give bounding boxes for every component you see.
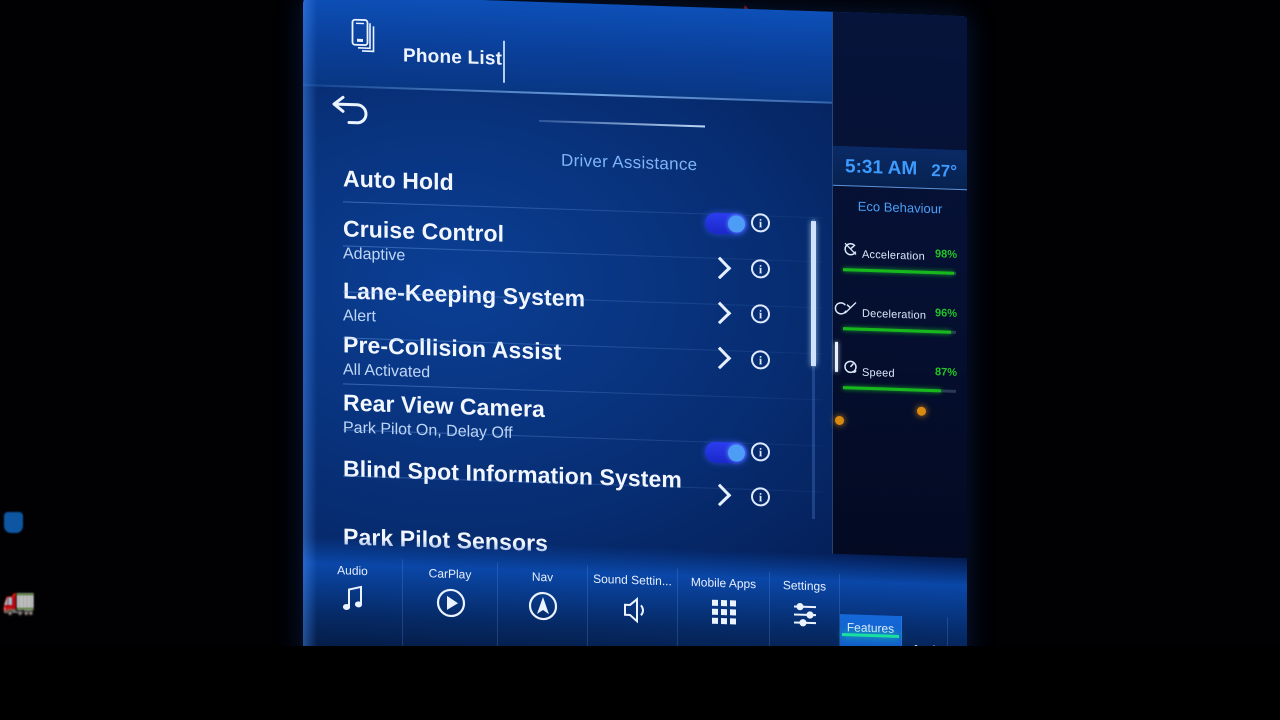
info-icon[interactable]: i bbox=[751, 213, 770, 233]
nav-item-label: Audio bbox=[337, 563, 368, 579]
dashboard-scene: ▲ ⚙⚙ ⚙⚙ ● 🚛 Phone List bbox=[0, 0, 1280, 720]
eco-behaviour-title: Eco Behaviour bbox=[857, 198, 943, 217]
list-item[interactable]: Cruise Control Adaptive bbox=[343, 215, 504, 270]
section-rule bbox=[539, 119, 705, 128]
music-note-icon bbox=[303, 582, 402, 619]
eco-metric-value: 98% bbox=[934, 248, 957, 261]
info-icon[interactable]: i bbox=[751, 259, 770, 279]
nav-item-label: Sound Settin... bbox=[593, 571, 672, 589]
rear-view-camera-chevron[interactable] bbox=[708, 346, 732, 370]
list-item[interactable]: Rear View Camera Park Pilot On, Delay Of… bbox=[343, 389, 545, 445]
speaker-icon bbox=[588, 592, 677, 629]
right-side-panel: 5:31 AM 27° Eco Behaviour Acceleration 9… bbox=[832, 11, 967, 559]
eco-bar-fill bbox=[843, 386, 942, 393]
eco-metric-label: Acceleration bbox=[862, 248, 925, 263]
eco-bar-fill bbox=[843, 268, 954, 275]
vehicle-reflection-icon: 🚛 bbox=[2, 586, 37, 616]
shield-reflection-icon bbox=[4, 512, 23, 533]
active-tab-indicator bbox=[842, 633, 899, 638]
back-arrow-icon[interactable] bbox=[331, 87, 377, 129]
app-grid-icon bbox=[678, 595, 769, 632]
eco-bar-track bbox=[843, 386, 956, 393]
nav-item-label: CarPlay bbox=[428, 566, 472, 582]
eco-metric-speed[interactable]: Speed 87% bbox=[843, 359, 959, 384]
eco-bar-fill bbox=[843, 327, 952, 334]
nav-item-label: Nav bbox=[531, 569, 554, 585]
temperature: 27° bbox=[931, 161, 957, 181]
list-item[interactable]: Blind Spot Information System bbox=[343, 455, 682, 493]
cruise-control-toggle[interactable] bbox=[705, 212, 747, 235]
info-icon[interactable]: i bbox=[751, 487, 770, 507]
list-separator bbox=[343, 201, 823, 219]
phone-list-icon[interactable] bbox=[351, 18, 381, 53]
eco-indicator-dot bbox=[917, 406, 926, 416]
info-icon[interactable]: i bbox=[751, 442, 770, 462]
toggle-knob bbox=[728, 444, 745, 462]
eco-speed-icon bbox=[843, 359, 858, 375]
scene-bottom-mask bbox=[0, 646, 1280, 720]
park-pilot-chevron[interactable] bbox=[708, 483, 732, 507]
sliders-icon bbox=[770, 598, 839, 634]
eco-metric-value: 96% bbox=[934, 307, 957, 320]
eco-bar-track bbox=[843, 327, 956, 334]
pre-collision-chevron[interactable] bbox=[708, 301, 732, 325]
eco-metric-value: 87% bbox=[934, 366, 957, 379]
navigation-icon bbox=[498, 589, 587, 626]
eco-indicator-dot bbox=[835, 415, 844, 426]
list-item-title: Cruise Control bbox=[343, 215, 505, 247]
blind-spot-toggle[interactable] bbox=[705, 441, 747, 464]
scrollbar-thumb[interactable] bbox=[811, 221, 816, 367]
list-item[interactable]: Auto Hold bbox=[343, 165, 454, 196]
panel-cursor bbox=[835, 341, 838, 372]
eco-deceleration-icon bbox=[834, 300, 858, 316]
eco-metric-acceleration[interactable]: Acceleration 98% bbox=[843, 241, 959, 266]
eco-metric-label: Speed bbox=[862, 366, 895, 380]
list-item-title: Auto Hold bbox=[343, 165, 454, 196]
top-bar-title: Phone List bbox=[403, 45, 503, 70]
page-title: Driver Assistance bbox=[561, 150, 698, 175]
nav-item-label: Mobile Apps bbox=[690, 574, 757, 592]
eco-metric-deceleration[interactable]: Deceleration 96% bbox=[834, 300, 959, 325]
clock: 5:31 AM bbox=[845, 156, 918, 180]
toggle-knob bbox=[728, 215, 745, 233]
list-item[interactable]: Lane-Keeping System Alert bbox=[343, 277, 585, 335]
top-bar-divider bbox=[503, 40, 505, 83]
infotainment-screen: Phone List Driver Assistance Auto Hold C… bbox=[303, 0, 967, 720]
eco-metric-label: Deceleration bbox=[862, 307, 927, 322]
eco-bar-track bbox=[843, 268, 956, 275]
carplay-icon bbox=[403, 585, 497, 622]
eco-acceleration-icon bbox=[843, 241, 858, 257]
list-item[interactable]: Pre-Collision Assist All Activated bbox=[343, 331, 561, 388]
list-item-title: Blind Spot Information System bbox=[343, 455, 682, 493]
nav-item-label: Settings bbox=[782, 578, 827, 594]
lane-keeping-chevron[interactable] bbox=[708, 256, 732, 280]
info-icon[interactable]: i bbox=[751, 350, 770, 370]
info-icon[interactable]: i bbox=[751, 304, 770, 324]
